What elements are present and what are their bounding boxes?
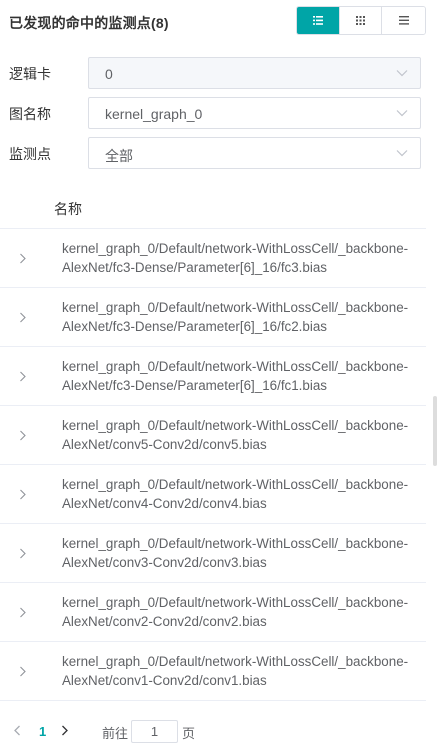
chevron-down-icon xyxy=(396,110,408,117)
page-title: 已发现的命中的监测点(8) xyxy=(9,15,169,31)
graph-name-select-value: kernel_graph_0 xyxy=(105,106,203,122)
watchpoint-select[interactable]: 全部 xyxy=(88,137,421,169)
scrollbar-thumb[interactable] xyxy=(433,396,437,466)
header: 已发现的命中的监测点(8) xyxy=(0,0,438,44)
watchpoint-select-value: 全部 xyxy=(105,148,133,164)
view-mode-toggle xyxy=(296,6,426,35)
list-item[interactable]: kernel_graph_0/Default/network-WithLossC… xyxy=(0,347,426,406)
chevron-right-icon[interactable] xyxy=(19,666,26,677)
chevron-right-icon[interactable] xyxy=(19,607,26,618)
grid-icon xyxy=(356,16,365,25)
list-item-label: kernel_graph_0/Default/network-WithLossC… xyxy=(62,300,409,334)
list-item[interactable]: kernel_graph_0/Default/network-WithLossC… xyxy=(0,288,426,347)
list-header: 名称 xyxy=(0,189,426,229)
column-header-name: 名称 xyxy=(54,201,82,217)
list-item[interactable]: kernel_graph_0/Default/network-WithLossC… xyxy=(0,583,426,642)
list-item-label: kernel_graph_0/Default/network-WithLossC… xyxy=(62,654,409,688)
pagination: 1 前往 1 页 xyxy=(0,714,438,746)
list-item-label: kernel_graph_0/Default/network-WithLossC… xyxy=(62,477,409,511)
list-item-label: kernel_graph_0/Default/network-WithLossC… xyxy=(62,359,409,393)
list-item[interactable]: kernel_graph_0/Default/network-WithLossC… xyxy=(0,524,426,583)
filter-label-graph-name: 图名称 xyxy=(9,106,51,122)
filter-watchpoint: 监测点 全部 xyxy=(0,137,438,169)
goto-label: 前往 xyxy=(102,726,129,741)
view-mode-grid-button[interactable] xyxy=(339,7,383,34)
next-page-icon[interactable] xyxy=(61,725,68,736)
chevron-right-icon[interactable] xyxy=(19,489,26,500)
goto-page-unit: 页 xyxy=(182,726,196,741)
list-item-label: kernel_graph_0/Default/network-WithLossC… xyxy=(62,241,409,275)
list-item-label: kernel_graph_0/Default/network-WithLossC… xyxy=(62,595,409,629)
chevron-right-icon[interactable] xyxy=(19,548,26,559)
watchpoint-hit-list: kernel_graph_0/Default/network-WithLossC… xyxy=(0,229,426,701)
logic-card-select[interactable]: 0 xyxy=(88,57,421,89)
filter-label-watchpoint: 监测点 xyxy=(9,146,51,162)
list-item[interactable]: kernel_graph_0/Default/network-WithLossC… xyxy=(0,229,426,288)
chevron-right-icon[interactable] xyxy=(19,430,26,441)
chevron-down-icon xyxy=(396,70,408,77)
view-mode-list-button[interactable] xyxy=(382,7,425,34)
graph-name-select[interactable]: kernel_graph_0 xyxy=(88,97,421,129)
view-mode-detail-button[interactable] xyxy=(297,7,340,34)
chevron-down-icon xyxy=(396,150,408,157)
list-icon xyxy=(398,16,409,25)
list-item[interactable]: kernel_graph_0/Default/network-WithLossC… xyxy=(0,406,426,465)
list-item-label: kernel_graph_0/Default/network-WithLossC… xyxy=(62,418,409,452)
logic-card-select-value: 0 xyxy=(105,66,113,82)
filter-label-logic-card: 逻辑卡 xyxy=(9,66,51,82)
chevron-right-icon[interactable] xyxy=(19,253,26,264)
goto-page-input[interactable]: 1 xyxy=(131,720,178,743)
filter-graph-name: 图名称 kernel_graph_0 xyxy=(0,97,438,129)
chevron-right-icon[interactable] xyxy=(19,371,26,382)
list-detail-icon xyxy=(312,16,323,25)
list-item-label: kernel_graph_0/Default/network-WithLossC… xyxy=(62,536,409,570)
chevron-right-icon[interactable] xyxy=(19,312,26,323)
list-item[interactable]: kernel_graph_0/Default/network-WithLossC… xyxy=(0,642,426,701)
filter-logic-card: 逻辑卡 0 xyxy=(0,57,438,89)
list-item[interactable]: kernel_graph_0/Default/network-WithLossC… xyxy=(0,465,426,524)
current-page-number[interactable]: 1 xyxy=(39,724,46,739)
prev-page-icon[interactable] xyxy=(14,725,21,736)
